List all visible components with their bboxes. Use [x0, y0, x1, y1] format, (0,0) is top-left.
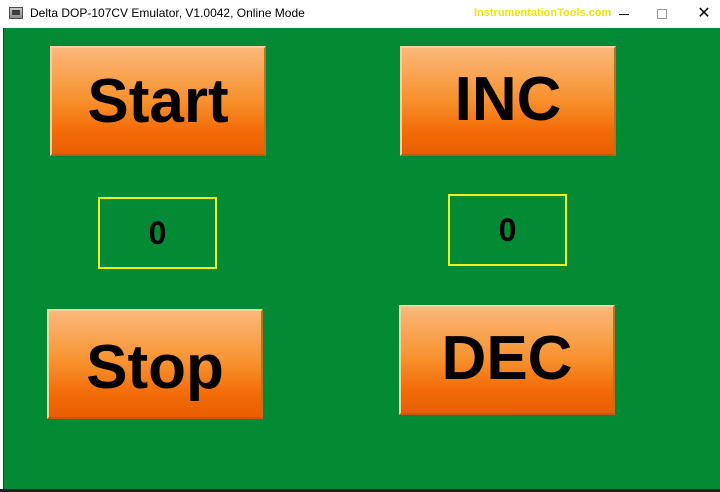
close-icon: ✕ — [697, 5, 711, 22]
right-value-text: 0 — [498, 212, 517, 248]
decrement-button-label: DEC — [441, 324, 573, 393]
left-value-display: 0 — [98, 197, 217, 269]
stop-button-label: Stop — [86, 333, 224, 402]
window-titlebar: Delta DOP-107CV Emulator, V1.0042, Onlin… — [0, 0, 720, 28]
minimize-icon — [619, 13, 629, 15]
stop-button[interactable]: Stop — [47, 309, 263, 419]
close-button[interactable]: ✕ — [684, 0, 720, 28]
maximize-icon — [657, 9, 667, 19]
start-button[interactable]: Start — [50, 46, 266, 156]
watermark-text: InstrumentationTools.com — [474, 7, 612, 19]
minimize-button[interactable] — [604, 0, 644, 28]
decrement-button[interactable]: DEC — [399, 305, 615, 415]
app-icon — [9, 7, 23, 19]
increment-button-label: INC — [454, 64, 562, 134]
left-value-text: 0 — [148, 215, 167, 251]
right-value-display: 0 — [448, 194, 567, 266]
maximize-button[interactable] — [642, 0, 682, 28]
window-title: Delta DOP-107CV Emulator, V1.0042, Onlin… — [30, 6, 305, 20]
increment-button[interactable]: INC — [400, 46, 616, 156]
start-button-label: Start — [87, 67, 229, 136]
